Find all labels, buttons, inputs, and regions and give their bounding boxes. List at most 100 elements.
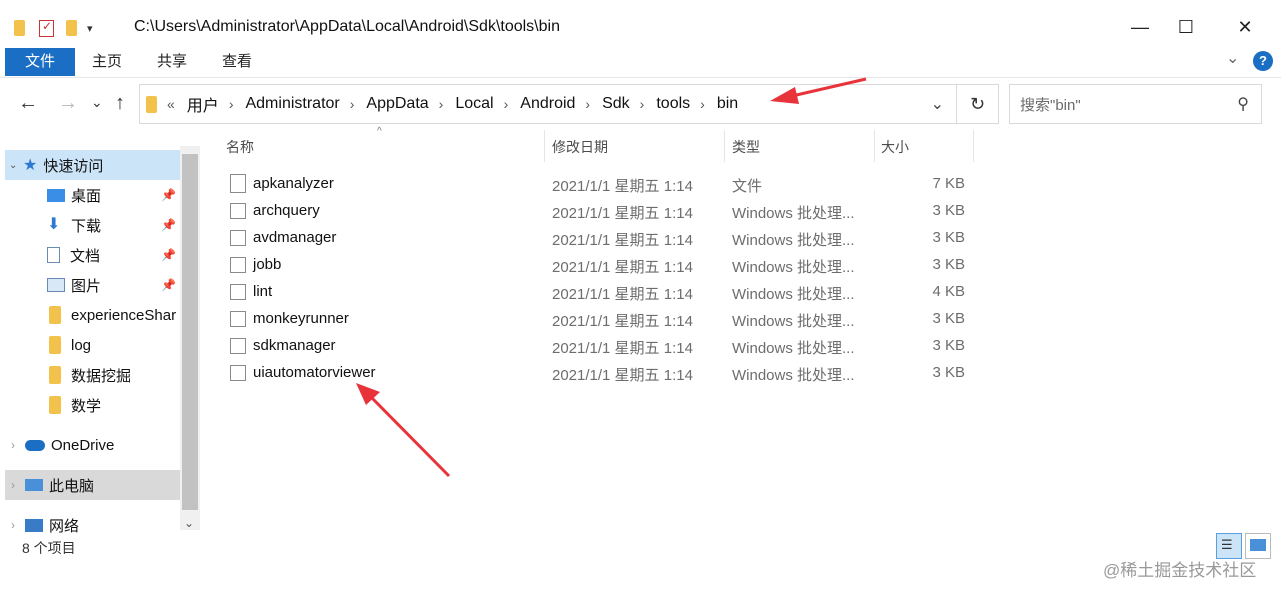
file-name: sdkmanager [253,337,336,354]
sidebar-item-quick-access[interactable]: ⌄ ★ 快速访问 [5,150,180,180]
file-row[interactable]: avdmanager 2021/1/1 星期五 1:14 Windows 批处理… [220,225,980,252]
column-divider[interactable] [874,130,875,162]
help-icon[interactable]: ? [1253,51,1273,71]
breadcrumb-tools[interactable]: tools [656,95,690,113]
breadcrumb-users[interactable]: 用户 [187,92,219,116]
scroll-down-icon[interactable]: ⌄ [184,516,194,530]
properties-icon[interactable]: ✓ [39,19,54,37]
pin-icon[interactable]: 📌 [161,248,176,262]
network-icon [25,518,43,532]
refresh-button[interactable]: ↻ [957,84,999,124]
address-dropdown-icon[interactable]: ⌄ [931,94,944,114]
chevron-right-icon[interactable]: › [11,438,25,452]
file-row[interactable]: sdkmanager 2021/1/1 星期五 1:14 Windows 批处理… [220,333,980,360]
column-header-date[interactable]: 修改日期 [552,137,608,161]
file-date: 2021/1/1 星期五 1:14 [552,367,693,384]
close-button[interactable]: ✕ [1222,12,1268,42]
breadcrumb-sdk[interactable]: Sdk [602,95,630,113]
up-arrow-icon[interactable]: ↑ [115,92,125,115]
column-header-type[interactable]: 类型 [732,137,760,161]
sidebar-scrollbar[interactable]: ⌄ [180,146,200,530]
sidebar-item-downloads[interactable]: ⬇ 下载 📌 [5,210,180,240]
sidebar-item-log[interactable]: log [5,330,180,360]
forward-arrow-icon[interactable]: → [58,92,78,115]
breadcrumb-administrator[interactable]: Administrator [245,95,339,113]
pin-icon[interactable]: 📌 [161,218,176,232]
address-bar[interactable]: « 用户 › Administrator › AppData › Local › And… [139,84,957,124]
large-icons-view-icon [1250,539,1266,551]
pin-icon[interactable]: 📌 [161,278,176,292]
sidebar-item-label: experienceShar [71,306,177,324]
folder-icon [49,396,61,414]
back-arrow-icon[interactable]: ← [18,92,38,115]
file-row[interactable]: uiautomatorviewer 2021/1/1 星期五 1:14 Wind… [220,360,980,387]
file-name: jobb [253,256,282,273]
file-row[interactable]: jobb 2021/1/1 星期五 1:14 Windows 批处理... 3 … [220,252,980,279]
breadcrumb-local[interactable]: Local [455,95,493,113]
chevron-right-icon: › [438,96,444,112]
details-view-icon: ☰ [1221,537,1233,552]
file-size: 3 KB [932,256,965,273]
scrollbar-thumb[interactable] [182,154,198,510]
search-input[interactable]: 搜索"bin" ⚲ [1009,84,1262,124]
breadcrumb-overflow[interactable]: « [167,96,175,112]
file-row[interactable]: archquery 2021/1/1 星期五 1:14 Windows 批处理.… [220,198,980,225]
column-header-name[interactable]: 名称 [226,137,254,161]
pin-icon[interactable]: 📌 [161,188,176,202]
expand-ribbon-icon[interactable]: ⌄ [1226,48,1239,68]
file-row[interactable]: lint 2021/1/1 星期五 1:14 Windows 批处理... 4 … [220,279,980,306]
sidebar-item-network[interactable]: › 网络 [5,510,180,540]
batch-file-icon [230,338,246,354]
file-date: 2021/1/1 星期五 1:14 [552,340,693,357]
sidebar-item-experienceshar[interactable]: experienceShar [5,300,180,330]
tab-file[interactable]: 文件 [5,48,75,76]
column-header-size[interactable]: 大小 [881,137,909,161]
title-bar: ✓ ▾ C:\Users\Administrator\AppData\Local… [0,0,1281,44]
sidebar-item-desktop[interactable]: 桌面 📌 [5,180,180,210]
file-row[interactable]: apkanalyzer 2021/1/1 星期五 1:14 文件 7 KB [220,171,980,198]
tab-view[interactable]: 查看 [214,48,260,76]
column-divider[interactable] [724,130,725,162]
sidebar-item-pictures[interactable]: 图片 📌 [5,270,180,300]
minimize-button[interactable]: — [1117,12,1163,42]
star-icon: ★ [23,157,38,174]
sidebar-item-math[interactable]: 数学 [5,390,180,420]
chevron-right-icon: › [349,96,355,112]
tab-share[interactable]: 共享 [149,48,195,76]
batch-file-icon [230,203,246,219]
chevron-right-icon[interactable]: › [11,478,25,492]
window-title: C:\Users\Administrator\AppData\Local\And… [134,18,560,35]
chevron-right-icon: › [503,96,509,112]
folder-icon [49,336,61,354]
sort-ascending-icon: ^ [377,126,382,137]
file-name: apkanalyzer [253,175,334,192]
folder-icon[interactable] [14,20,25,36]
batch-file-icon [230,311,246,327]
breadcrumb-bin[interactable]: bin [717,95,738,113]
file-row[interactable]: monkeyrunner 2021/1/1 星期五 1:14 Windows 批… [220,306,980,333]
sidebar-item-label: 数据挖掘 [71,367,132,385]
chevron-right-icon[interactable]: › [11,518,25,532]
breadcrumb-android[interactable]: Android [520,95,575,113]
sidebar-item-label: OneDrive [51,436,115,454]
batch-file-icon [230,257,246,273]
desktop-icon [47,188,65,202]
sidebar-item-label: 文档 [70,247,101,265]
file-size: 7 KB [932,175,965,192]
recent-locations-icon[interactable]: ⌄ [91,94,103,111]
new-folder-icon[interactable] [66,20,77,36]
file-type: Windows 批处理... [732,205,855,222]
customize-toolbar-icon[interactable]: ▾ [87,22,93,35]
navigation-pane: ⌄ ★ 快速访问 桌面 📌 ⬇ 下载 📌 文档 📌 图片 📌 experienc… [0,146,180,535]
breadcrumb-appdata[interactable]: AppData [366,95,428,113]
column-divider[interactable] [544,130,545,162]
folder-icon [146,95,157,113]
sidebar-item-this-pc[interactable]: › 此电脑 [5,470,180,500]
column-divider[interactable] [973,130,974,162]
sidebar-item-onedrive[interactable]: › OneDrive [5,430,180,460]
sidebar-item-documents[interactable]: 文档 📌 [5,240,180,270]
chevron-down-icon[interactable]: ⌄ [9,160,23,171]
sidebar-item-data-mining[interactable]: 数据挖掘 [5,360,180,390]
maximize-button[interactable]: ☐ [1163,12,1209,42]
tab-home[interactable]: 主页 [84,48,130,76]
